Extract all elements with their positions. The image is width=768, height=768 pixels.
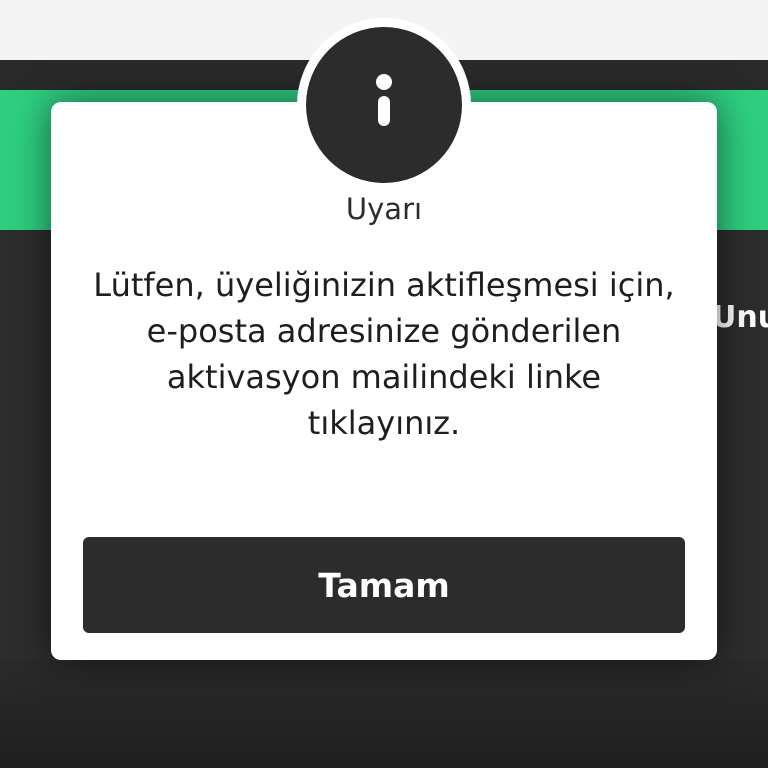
dialog-message: Lütfen, üyeliğinizin aktifleşmesi için, …: [93, 266, 675, 442]
info-icon-dot: [376, 74, 392, 90]
background-label: Unu: [712, 300, 768, 335]
info-icon-stem: [378, 96, 390, 126]
ok-button[interactable]: Tamam: [83, 537, 685, 633]
bottom-fade: [0, 660, 768, 768]
dialog-title: Uyarı: [345, 192, 423, 226]
